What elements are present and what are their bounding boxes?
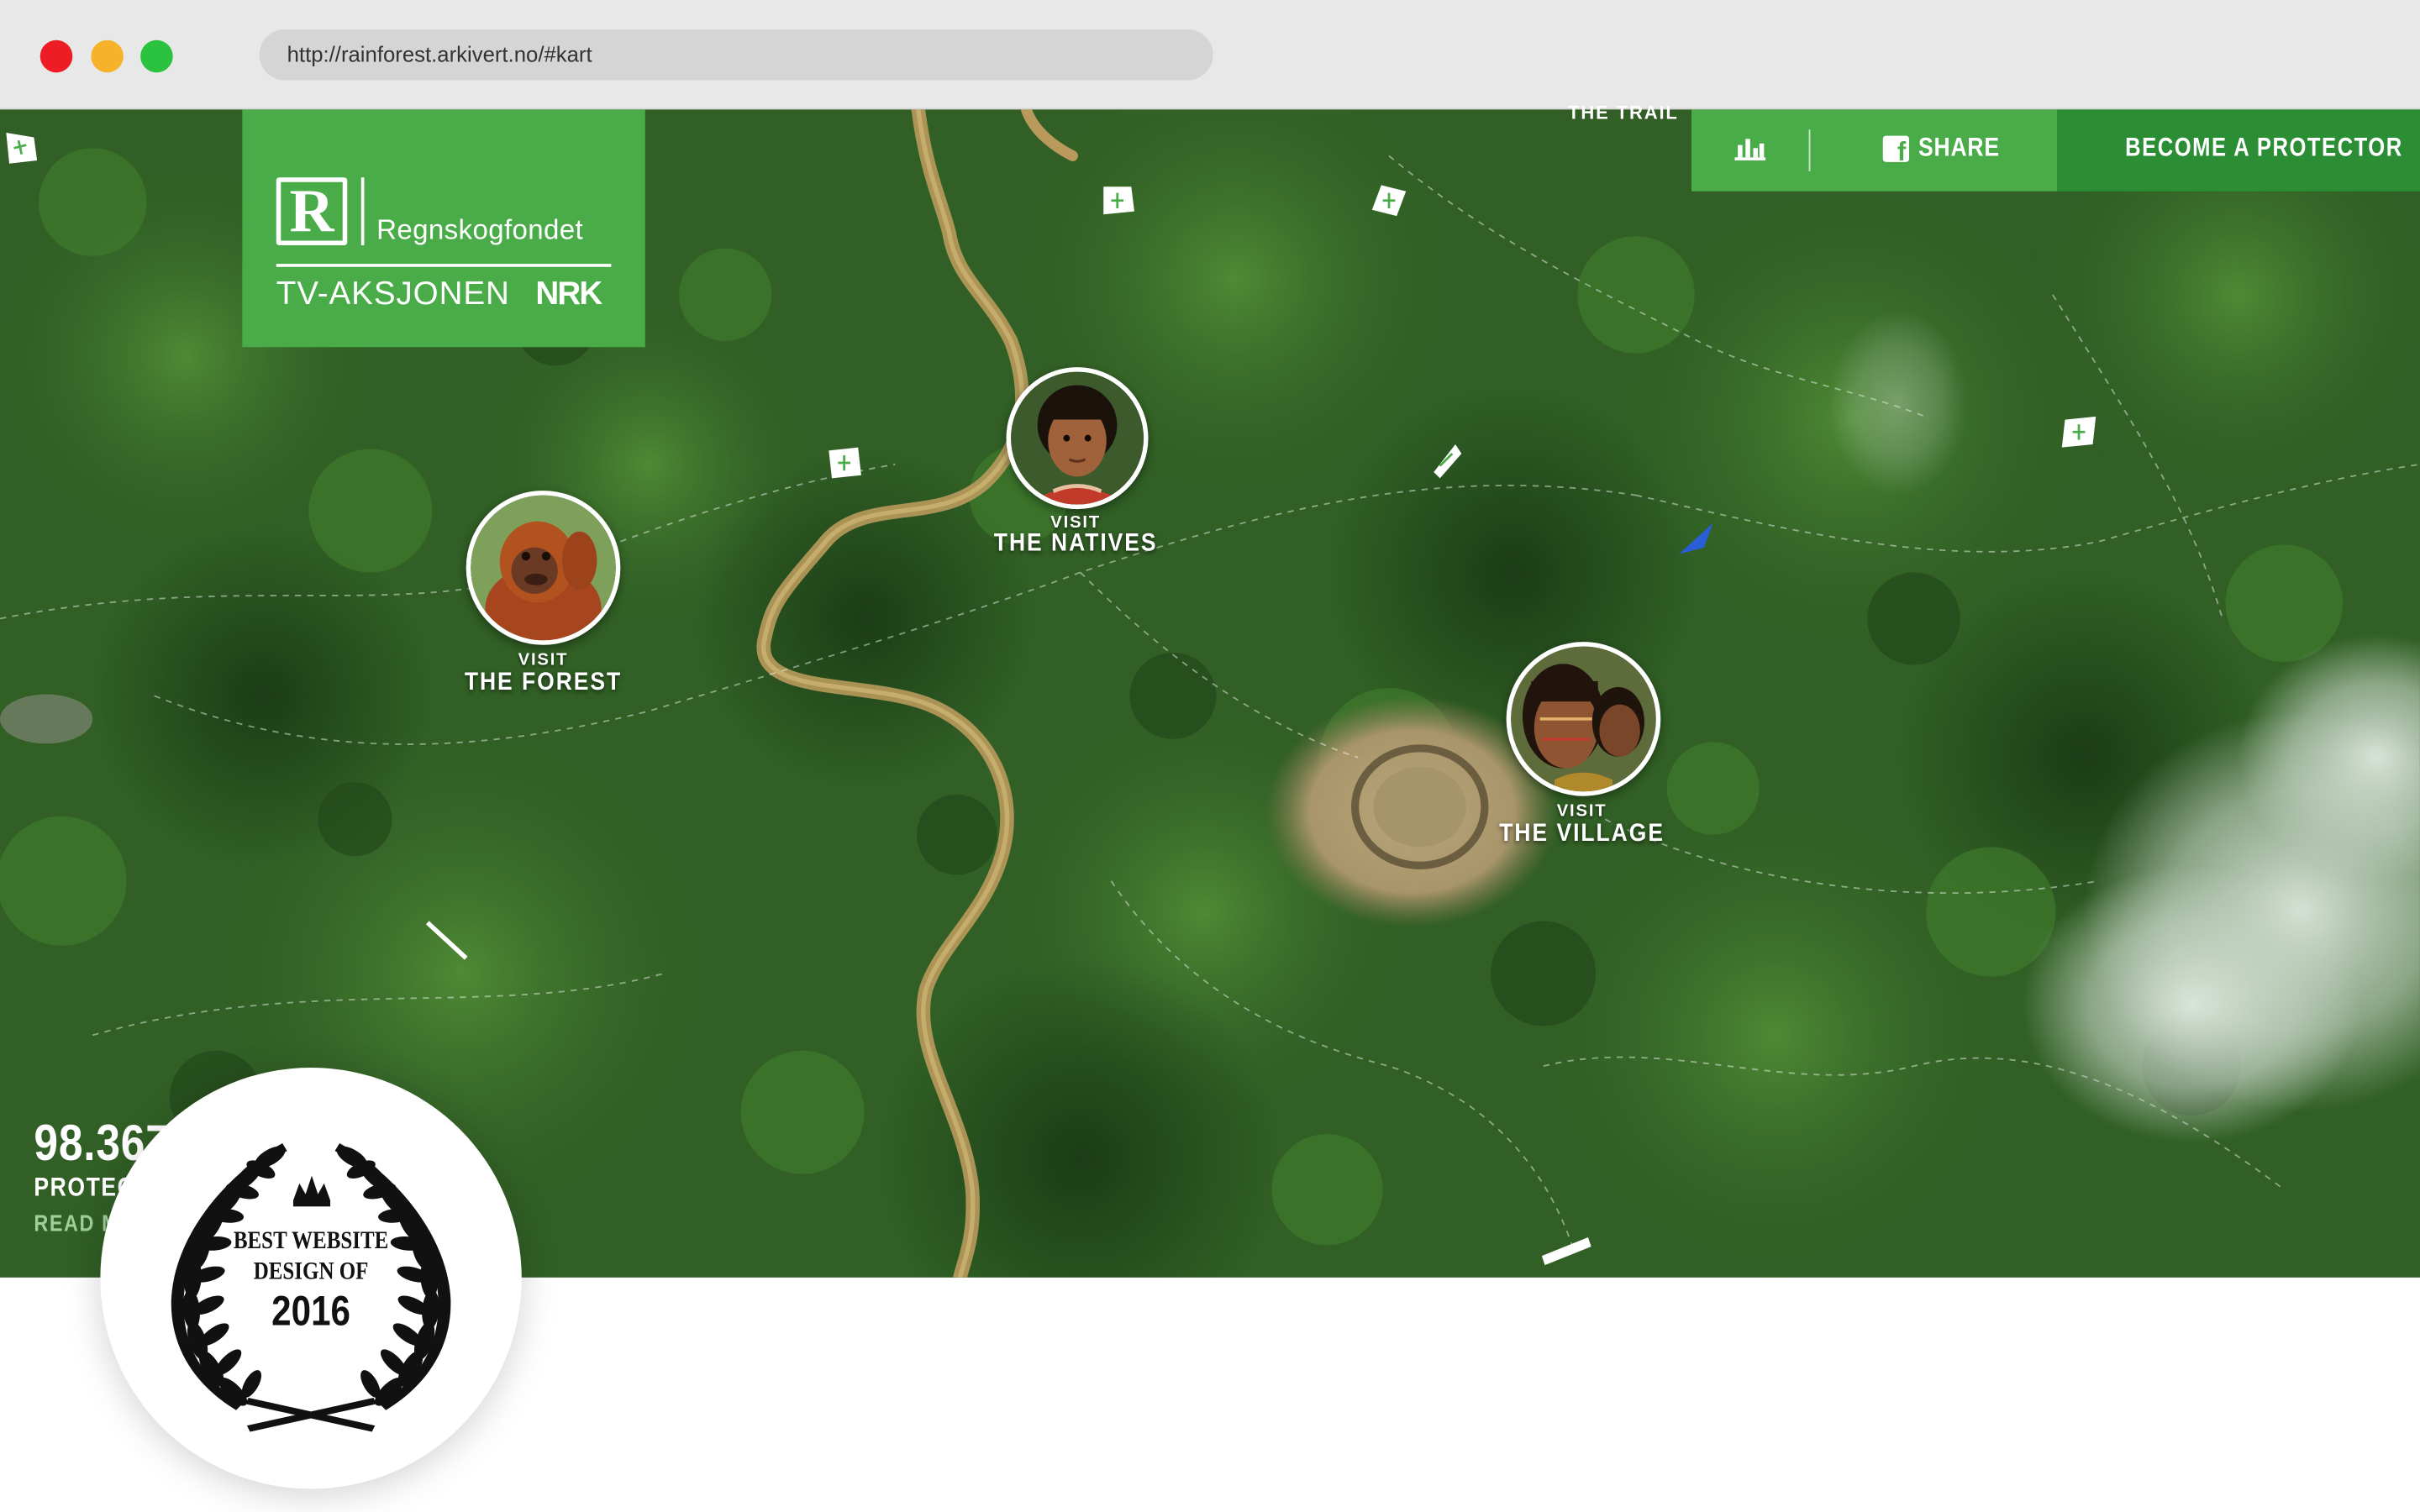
browser-chrome: http://rainforest.arkivert.no/#kart <box>0 0 2420 110</box>
map-pin-icon[interactable] <box>1369 182 1409 219</box>
forest-place-label[interactable]: THE FOREST <box>404 669 682 697</box>
forest-marker[interactable] <box>466 491 621 645</box>
map-pin-icon[interactable] <box>1424 441 1465 479</box>
logo-name: Regnskogfondet <box>376 214 584 246</box>
address-bar[interactable]: http://rainforest.arkivert.no/#kart <box>259 29 1213 81</box>
map-pin-icon[interactable] <box>2059 413 2099 450</box>
map-pin-icon[interactable] <box>824 444 865 481</box>
crown-icon <box>292 1175 331 1207</box>
village-place-label[interactable]: THE VILLAGE <box>1443 821 1721 848</box>
minimize-window-button[interactable] <box>91 39 124 73</box>
trail-label[interactable]: THE TRAIL <box>1568 102 1679 123</box>
logo-mark: R <box>276 177 348 246</box>
award-line-2: DESIGN OF <box>253 1258 369 1285</box>
map-pin-icon[interactable] <box>1097 182 1138 219</box>
facebook-icon[interactable]: f <box>1882 135 1909 165</box>
bar-chart-icon[interactable] <box>1734 136 1766 164</box>
become-protector-label[interactable]: BECOME A PROTECTOR <box>2125 133 2403 164</box>
village-visit-label: VISIT <box>1556 802 1607 822</box>
logo-campaign: TV-AKSJONEN <box>276 276 510 312</box>
village-marker[interactable] <box>1506 642 1661 796</box>
native-child-avatar <box>1011 371 1144 505</box>
award-line-1: BEST WEBSITE <box>233 1228 389 1255</box>
village-people-avatar <box>1511 646 1656 792</box>
natives-visit-label: VISIT <box>1050 513 1102 533</box>
close-window-button[interactable] <box>39 39 73 73</box>
map-pin-icon[interactable] <box>1539 1234 1594 1266</box>
nrk-logo: NRK <box>535 276 602 312</box>
logo-rule <box>276 264 612 267</box>
orangutan-avatar <box>471 495 616 641</box>
natives-marker[interactable] <box>1006 367 1149 510</box>
regnskogfondet-logo[interactable]: R Regnskogfondet TV-AKSJONEN NRK <box>242 109 645 348</box>
award-year: 2016 <box>271 1288 350 1335</box>
share-button[interactable]: SHARE <box>1918 133 2000 164</box>
logo-divider <box>360 177 365 246</box>
award-badge: BEST WEBSITE DESIGN OF 2016 <box>100 1067 522 1489</box>
forest-visit-label: VISIT <box>518 651 569 670</box>
natives-place-label[interactable]: THE NATIVES <box>937 531 1215 559</box>
maximize-window-button[interactable] <box>140 39 173 73</box>
nav-separator <box>1808 129 1811 171</box>
map-pin-icon[interactable] <box>0 129 40 166</box>
